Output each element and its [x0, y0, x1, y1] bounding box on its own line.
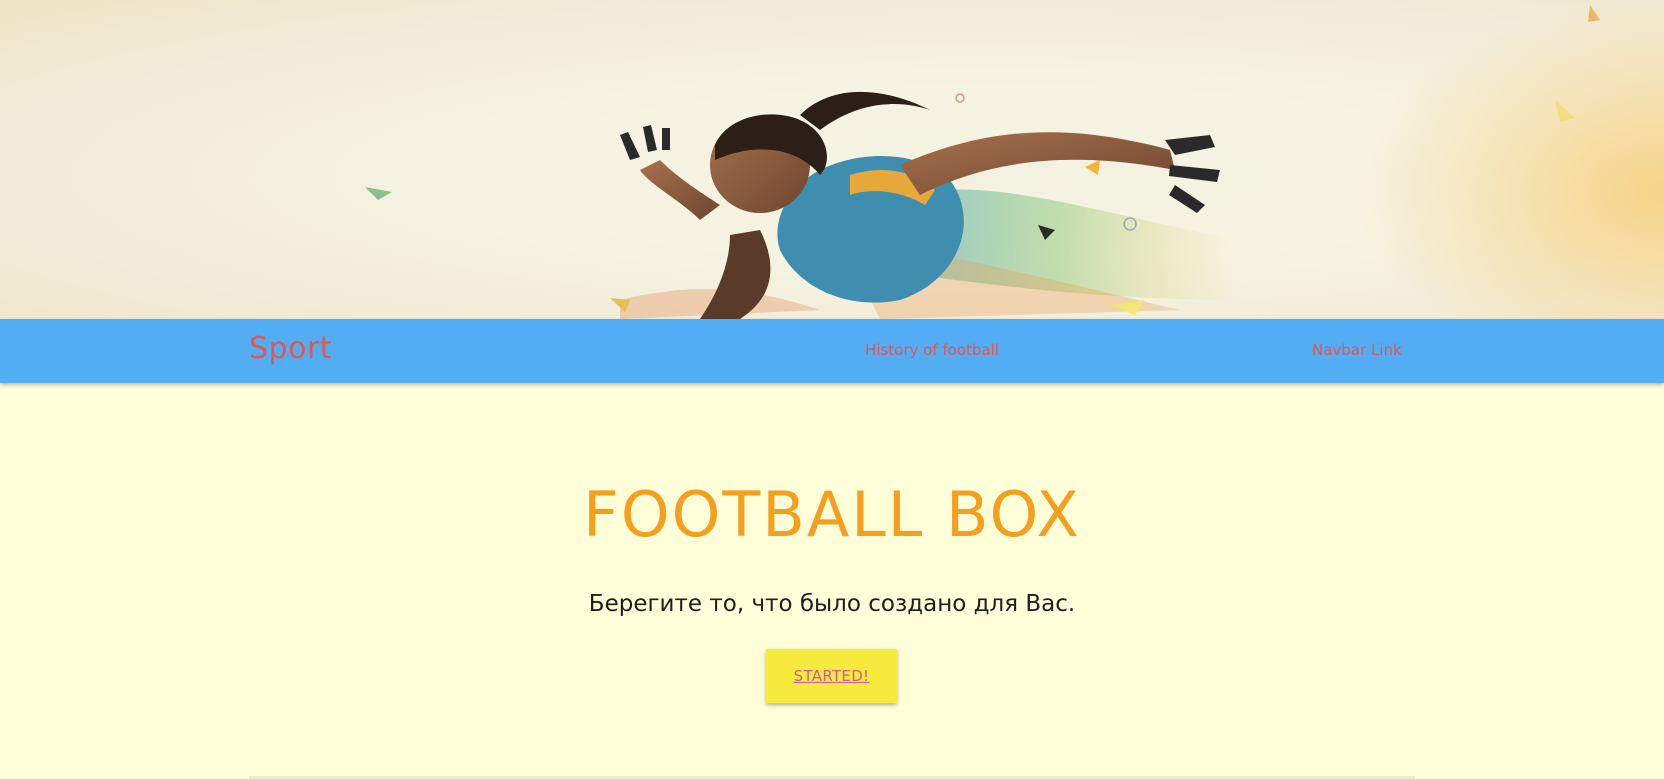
sprinter-illustration-icon — [365, 0, 1664, 319]
page-subtitle: Берегите то, что было создано для Вас. — [588, 591, 1076, 617]
page-title: FOOTBALL BOX — [583, 478, 1081, 551]
page: Sport History of football Navbar Link FO… — [0, 0, 1664, 779]
started-button-label[interactable]: STARTED! — [794, 667, 870, 685]
hero-banner — [0, 0, 1664, 319]
brand-link[interactable]: Sport — [249, 331, 332, 366]
nav-link-history-of-football[interactable]: History of football — [865, 341, 999, 359]
started-button[interactable]: STARTED! — [766, 649, 897, 703]
navbar: Sport History of football Navbar Link — [0, 319, 1664, 383]
nav-link-navbar-link[interactable]: Navbar Link — [1312, 341, 1402, 359]
